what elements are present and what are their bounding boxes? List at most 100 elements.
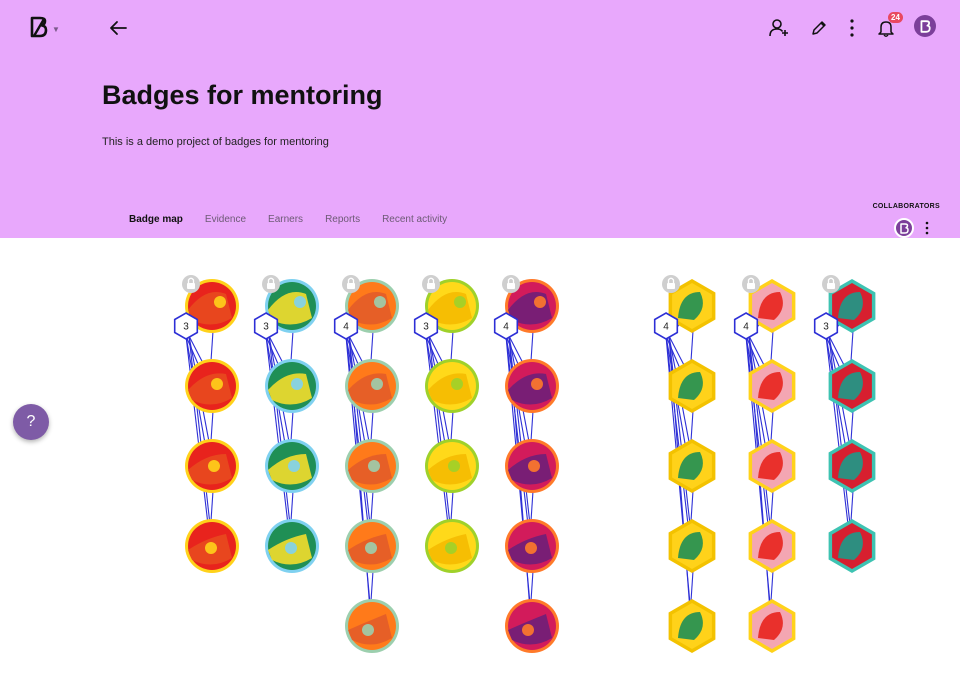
badge-item[interactable]: [185, 519, 239, 573]
count-label: 3: [823, 322, 829, 333]
badge-item[interactable]: [265, 439, 319, 493]
badge-item[interactable]: [505, 359, 559, 413]
badge-item[interactable]: [345, 599, 399, 653]
edit-button[interactable]: [805, 14, 833, 42]
requirement-count-badge[interactable]: 3: [253, 312, 279, 340]
badge-detail: [448, 460, 460, 472]
badge-item[interactable]: [668, 519, 716, 573]
badge-detail: [291, 378, 303, 390]
badgr-logo-icon[interactable]: ▼: [28, 14, 68, 40]
requirement-count-badge[interactable]: 3: [173, 312, 199, 340]
tab-reports[interactable]: Reports: [314, 210, 371, 232]
badge-item[interactable]: [265, 359, 319, 413]
lock-body: [187, 283, 195, 289]
badge-detail: [374, 296, 386, 308]
tab-bar: Badge map Evidence Earners Reports Recen…: [118, 210, 458, 232]
lock-body: [747, 283, 755, 289]
badge-column: 4: [653, 275, 716, 653]
badge-item[interactable]: [668, 359, 716, 413]
lock-body: [267, 283, 275, 289]
badge-item[interactable]: [748, 519, 796, 573]
badge-detail: [525, 542, 537, 554]
user-avatar[interactable]: [914, 15, 936, 37]
badge-detail: [285, 542, 297, 554]
badge-item[interactable]: [828, 439, 876, 493]
badge-item[interactable]: [345, 439, 399, 493]
requirement-count-badge[interactable]: 4: [653, 312, 679, 340]
lock-icon[interactable]: [822, 275, 840, 293]
badge-detail: [211, 378, 223, 390]
badge-detail: [445, 542, 457, 554]
badge-item[interactable]: [345, 359, 399, 413]
badge-item[interactable]: [748, 359, 796, 413]
tab-evidence[interactable]: Evidence: [194, 210, 257, 232]
badge-detail: [522, 624, 534, 636]
notification-count-badge: 24: [888, 12, 903, 23]
page-title: Badges for mentoring: [102, 80, 383, 110]
tab-badge-map[interactable]: Badge map: [118, 210, 194, 232]
page-description: This is a demo project of badges for men…: [102, 136, 329, 148]
badge-detail: [365, 542, 377, 554]
badge-item[interactable]: [828, 359, 876, 413]
badge-map: 3 3 4 3 4 4 4 3: [173, 275, 876, 653]
badge-item[interactable]: [505, 439, 559, 493]
badge-detail: [288, 460, 300, 472]
lock-icon[interactable]: [262, 275, 280, 293]
badge-item[interactable]: [828, 519, 876, 573]
more-button[interactable]: [838, 14, 866, 42]
requirement-count-badge[interactable]: 4: [733, 312, 759, 340]
badge-item[interactable]: [345, 519, 399, 573]
collaborators-more-button[interactable]: [920, 219, 934, 237]
badge-item[interactable]: [265, 519, 319, 573]
count-label: 4: [503, 322, 509, 333]
badge-item[interactable]: [668, 599, 716, 653]
requirement-count-badge[interactable]: 3: [413, 312, 439, 340]
lock-icon[interactable]: [662, 275, 680, 293]
badge-item[interactable]: [425, 519, 479, 573]
lock-icon[interactable]: [342, 275, 360, 293]
badge-detail: [214, 296, 226, 308]
help-button[interactable]: ?: [13, 404, 49, 440]
badge-detail: [454, 296, 466, 308]
badge-item[interactable]: [185, 359, 239, 413]
lock-icon[interactable]: [502, 275, 520, 293]
badge-column: 3: [173, 275, 239, 573]
badgr-logo-icon: [920, 19, 931, 33]
badge-detail: [294, 296, 306, 308]
badge-item[interactable]: [505, 519, 559, 573]
tab-earners[interactable]: Earners: [257, 210, 314, 232]
badge-item[interactable]: [505, 599, 559, 653]
notifications-button[interactable]: 24: [872, 12, 903, 42]
more-vertical-icon: [850, 19, 854, 37]
badge-column: 3: [253, 275, 319, 573]
badge-item[interactable]: [425, 439, 479, 493]
lock-icon[interactable]: [742, 275, 760, 293]
badge-detail: [368, 460, 380, 472]
count-label: 3: [423, 322, 429, 333]
project-header: ▼ 24 Badges for mentoring This is a demo…: [0, 0, 960, 238]
count-label: 3: [263, 322, 269, 333]
requirement-count-badge[interactable]: 4: [493, 312, 519, 340]
collaborators-label: COLLABORATORS: [872, 203, 940, 210]
count-label: 4: [743, 322, 749, 333]
count-label: 3: [183, 322, 189, 333]
requirement-count-badge[interactable]: 4: [333, 312, 359, 340]
collaborator-avatar[interactable]: [894, 218, 914, 238]
back-button[interactable]: [104, 14, 132, 42]
requirement-count-badge[interactable]: 3: [813, 312, 839, 340]
lock-icon[interactable]: [422, 275, 440, 293]
badge-detail: [205, 542, 217, 554]
badge-detail: [451, 378, 463, 390]
lock-body: [827, 283, 835, 289]
add-collaborator-button[interactable]: [765, 14, 793, 42]
count-label: 4: [663, 322, 669, 333]
lock-icon[interactable]: [182, 275, 200, 293]
badge-item[interactable]: [748, 599, 796, 653]
badge-detail: [208, 460, 220, 472]
chevron-down-icon: ▼: [52, 24, 60, 34]
badge-item[interactable]: [185, 439, 239, 493]
badge-detail: [371, 378, 383, 390]
badge-detail: [534, 296, 546, 308]
tab-recent-activity[interactable]: Recent activity: [371, 210, 458, 232]
badge-item[interactable]: [425, 359, 479, 413]
